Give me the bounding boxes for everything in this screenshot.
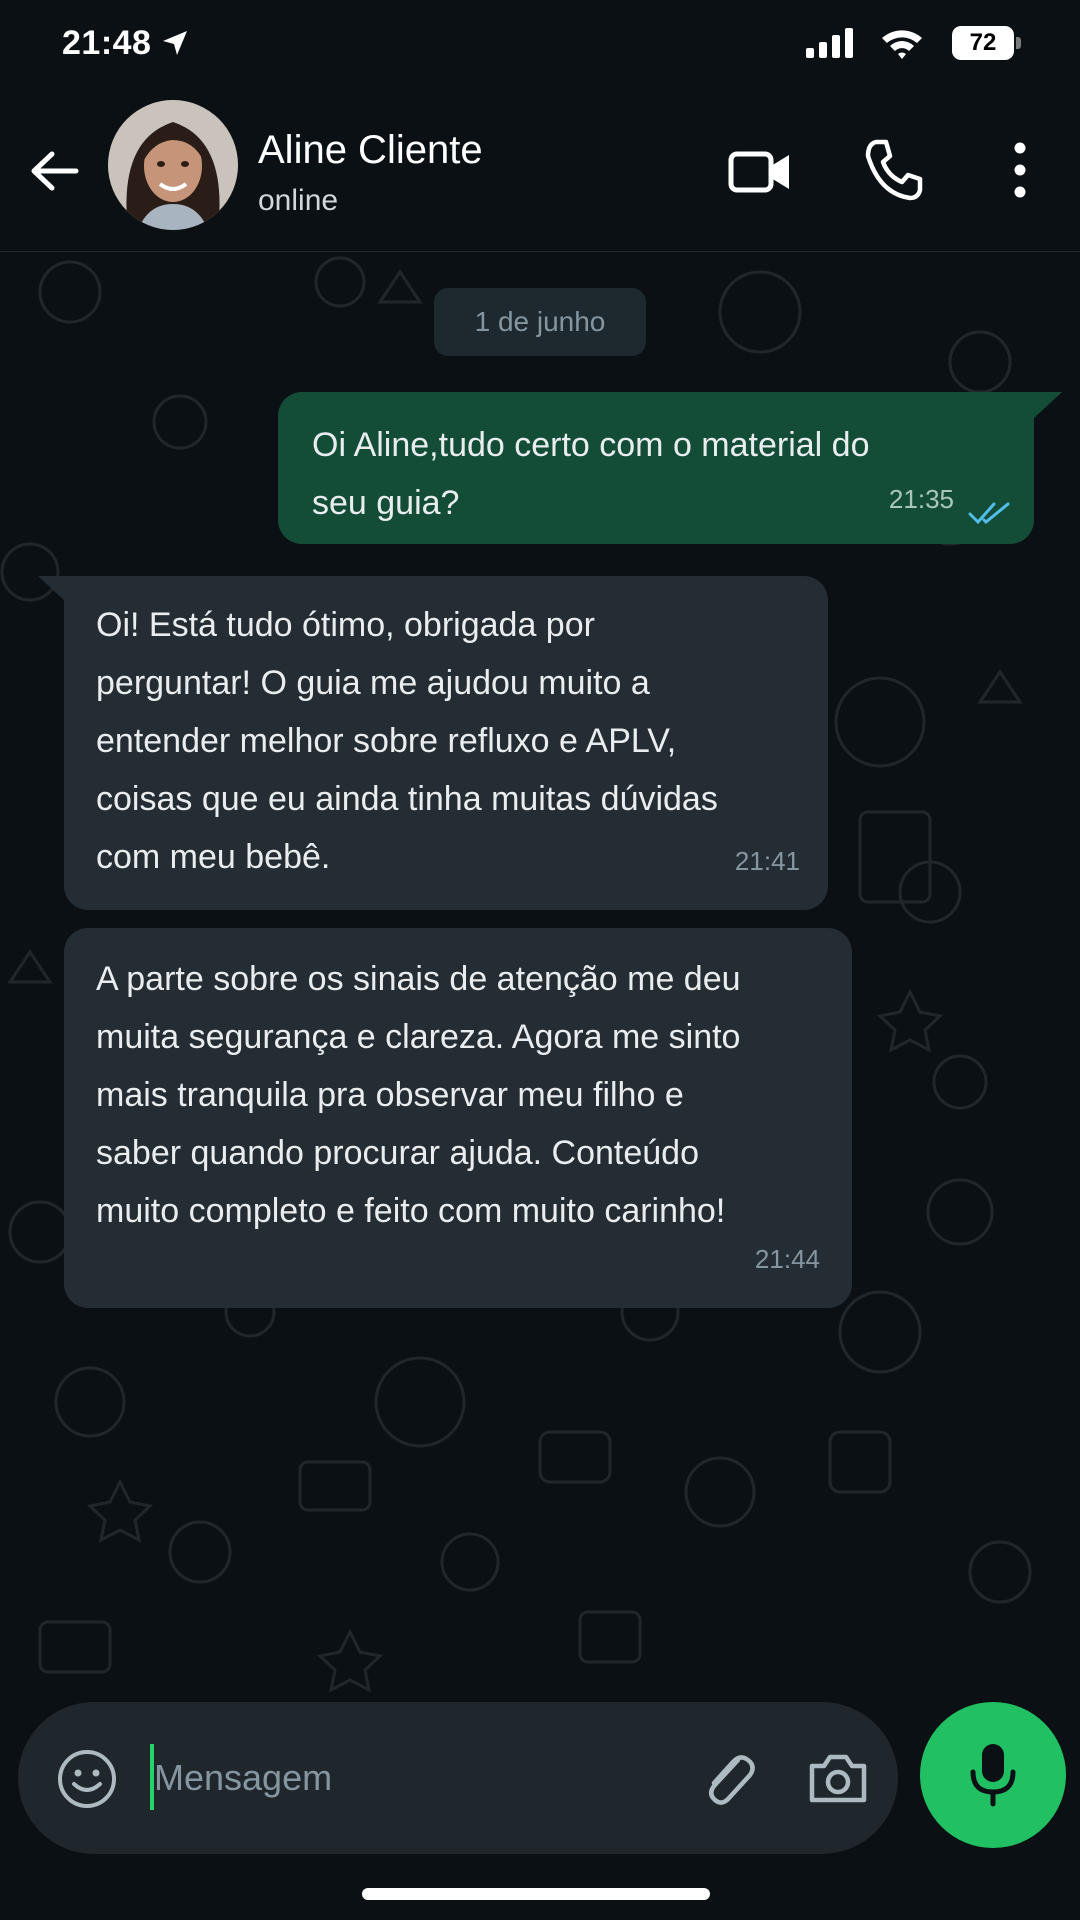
bubble-tail (38, 576, 66, 602)
home-indicator[interactable] (362, 1888, 710, 1900)
status-bar: 21:48 72 (0, 0, 1080, 90)
message-time: 21:44 (754, 1244, 820, 1274)
video-call-icon[interactable] (728, 142, 792, 202)
chat-area[interactable]: 1 de junho Oi Aline,tudo certo com o mat… (0, 252, 1080, 1702)
message-bubble-incoming[interactable]: Oi! Está tudo ótimo, obrigada por pergun… (64, 576, 828, 910)
mic-button[interactable] (920, 1702, 1066, 1848)
message-bubble-outgoing[interactable]: Oi Aline,tudo certo com o material do se… (278, 392, 1034, 544)
double-check-icon (968, 502, 1010, 525)
contact-name[interactable]: Aline Cliente (258, 128, 483, 173)
more-vert-icon[interactable] (1000, 138, 1040, 202)
message-text: A parte sobre os sinais de atenção me de… (96, 960, 741, 1230)
message-composer (18, 1702, 898, 1854)
message-text: Oi! Está tudo ótimo, obrigada por pergun… (96, 606, 718, 876)
message-input[interactable] (154, 1742, 674, 1814)
battery-indicator: 72 (952, 26, 1022, 62)
mic-icon (970, 1744, 1016, 1807)
date-chip: 1 de junho (434, 288, 646, 356)
emoji-icon[interactable] (56, 1748, 118, 1810)
contact-status: online (258, 184, 339, 217)
phone-icon[interactable] (862, 138, 924, 202)
attach-icon[interactable] (698, 1744, 760, 1810)
wifi-icon (882, 30, 922, 59)
location-arrow-icon (163, 31, 187, 55)
battery-level: 72 (952, 26, 1014, 60)
message-bubble-incoming[interactable]: A parte sobre os sinais de atenção me de… (64, 928, 852, 1308)
message-time: 21:35 (888, 484, 954, 514)
avatar-photo (108, 100, 238, 230)
signal-icon (806, 28, 853, 58)
chat-header: Aline Cliente online (0, 90, 1080, 252)
camera-icon[interactable] (806, 1748, 870, 1808)
avatar[interactable] (108, 100, 238, 230)
back-arrow-icon[interactable] (26, 142, 84, 200)
message-time: 21:41 (734, 846, 800, 876)
status-time: 21:48 (62, 24, 152, 62)
battery-tip (1016, 37, 1021, 49)
bubble-tail (1034, 392, 1062, 418)
